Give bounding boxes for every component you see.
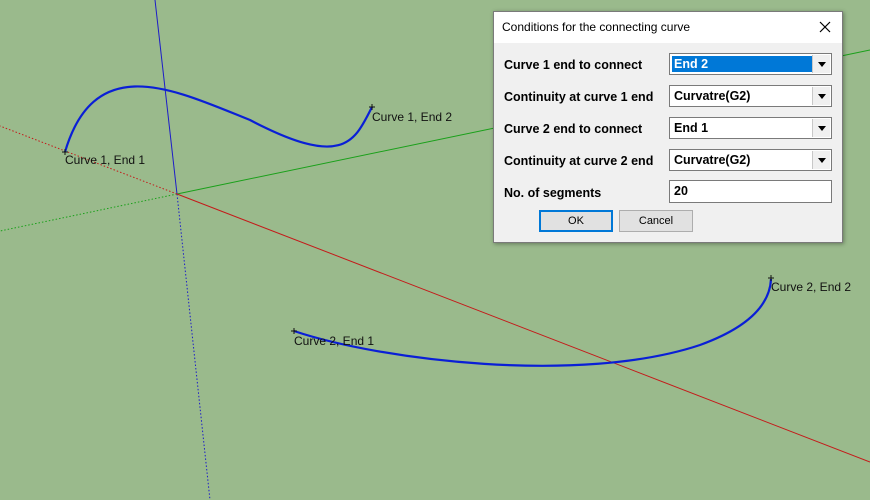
cancel-button[interactable]: Cancel xyxy=(619,210,693,232)
curve-2-end-1-label: Curve 2, End 1 xyxy=(294,334,374,348)
continuity-curve-2-label: Continuity at curve 2 end xyxy=(504,154,654,168)
curve-2-end-2-label: Curve 2, End 2 xyxy=(771,280,851,294)
curve-2-end-select[interactable]: End 1 xyxy=(669,117,832,139)
curve-1-end-select[interactable]: End 2 xyxy=(669,53,832,75)
chevron-down-icon[interactable] xyxy=(812,87,830,105)
curve-1-end-2-label: Curve 1, End 2 xyxy=(372,110,452,124)
curve-2-end-label: Curve 2 end to connect xyxy=(504,122,643,136)
continuity-curve-1-label: Continuity at curve 1 end xyxy=(504,90,654,104)
curve-2[interactable] xyxy=(293,278,773,367)
continuity-curve-1-select[interactable]: Curvatre(G2) xyxy=(669,85,832,107)
chevron-down-icon[interactable] xyxy=(812,119,830,137)
curve-1-end-1-label: Curve 1, End 1 xyxy=(65,153,145,167)
segments-input[interactable]: 20 xyxy=(669,180,832,203)
ok-button[interactable]: OK xyxy=(539,210,613,232)
dialog-titlebar[interactable]: Conditions for the connecting curve xyxy=(494,12,842,43)
chevron-down-icon[interactable] xyxy=(812,55,830,73)
dialog-title: Conditions for the connecting curve xyxy=(502,20,691,34)
y-axis-negative xyxy=(0,193,178,232)
close-icon xyxy=(819,21,831,33)
curve-2-end-value: End 1 xyxy=(674,121,709,135)
curve-1-end-value: End 2 xyxy=(672,56,812,72)
continuity-curve-2-select[interactable]: Curvatre(G2) xyxy=(669,149,832,171)
curve-1[interactable] xyxy=(63,85,373,153)
close-button[interactable] xyxy=(814,16,836,38)
continuity-curve-2-value: Curvatre(G2) xyxy=(674,153,751,167)
curve-1-end-label: Curve 1 end to connect xyxy=(504,58,643,72)
z-axis-positive xyxy=(154,0,178,195)
connecting-curve-dialog: Conditions for the connecting curve Curv… xyxy=(493,11,843,243)
chevron-down-icon[interactable] xyxy=(812,151,830,169)
z-axis-negative xyxy=(176,193,211,500)
segments-label: No. of segments xyxy=(504,186,602,200)
continuity-curve-1-value: Curvatre(G2) xyxy=(674,89,751,103)
